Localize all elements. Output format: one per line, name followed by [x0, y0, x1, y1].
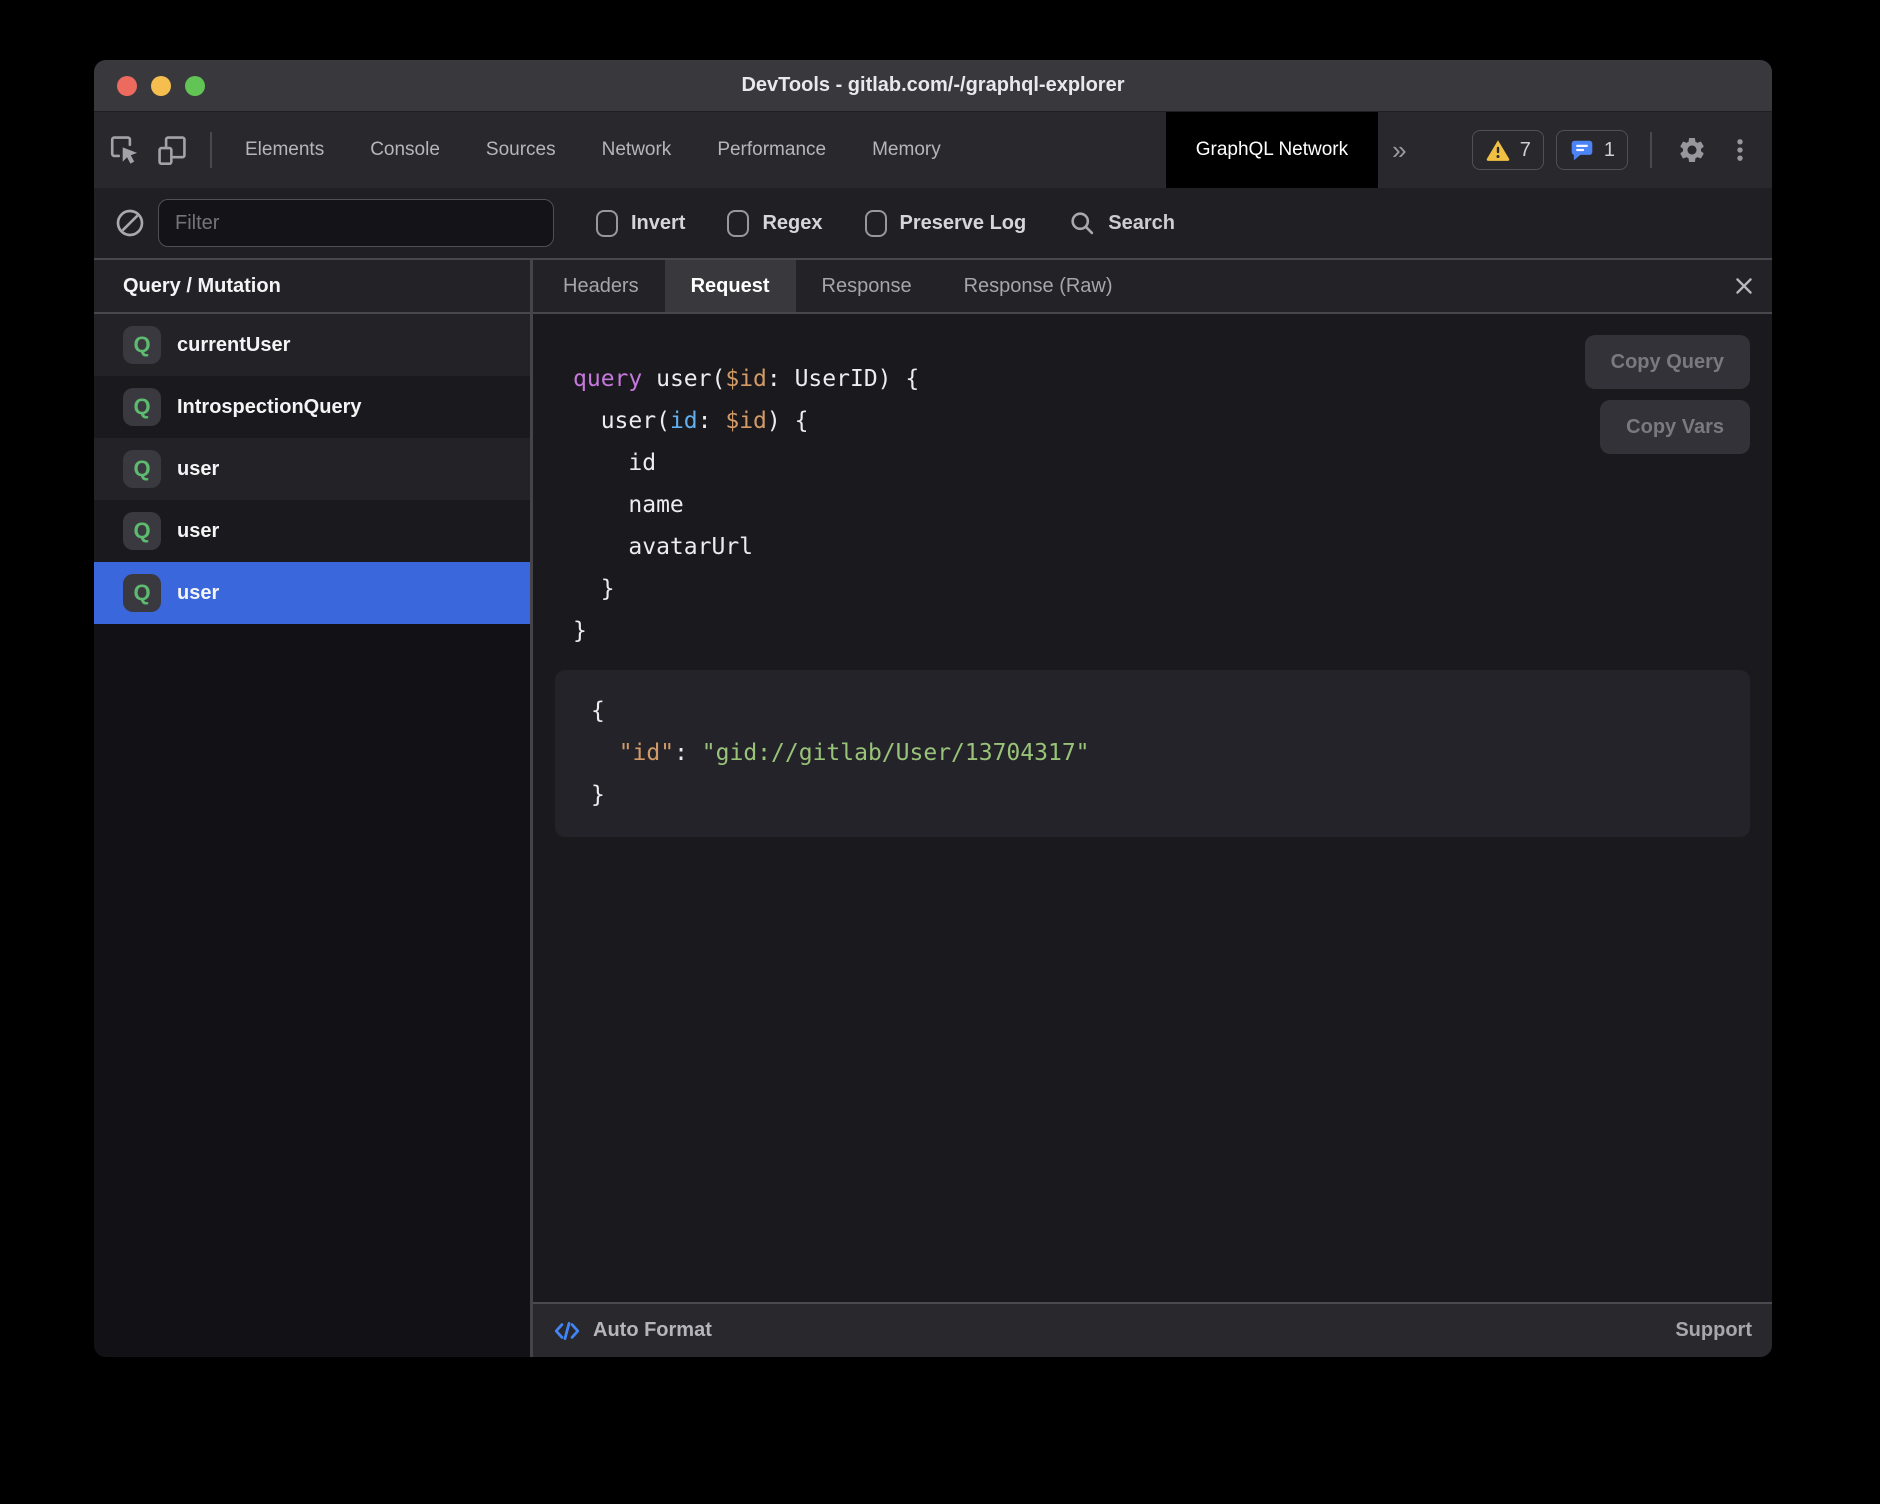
main-split: Query / Mutation QcurrentUserQIntrospect… [94, 260, 1772, 1357]
panel-tab-response[interactable]: Response [796, 260, 938, 312]
issues-badge[interactable]: 1 [1556, 130, 1628, 170]
panel-tab-request[interactable]: Request [665, 260, 796, 312]
query-name: user [177, 520, 219, 543]
warning-count: 7 [1520, 139, 1531, 162]
query-type-badge: Q [123, 512, 161, 550]
detail-panel: HeadersRequestResponseResponse (Raw) Cop… [533, 260, 1772, 1357]
copy-query-button[interactable]: Copy Query [1585, 335, 1750, 389]
close-window-button[interactable] [117, 76, 137, 96]
search-control[interactable]: Search [1068, 209, 1175, 237]
query-list-item[interactable]: Quser [94, 562, 530, 624]
query-type-badge: Q [123, 574, 161, 612]
code-line: } [573, 568, 1772, 610]
support-link[interactable]: Support [1675, 1319, 1752, 1342]
code-format-icon [553, 1317, 581, 1345]
more-tabs-chevron[interactable]: » [1392, 112, 1406, 188]
panel-tab-headers[interactable]: Headers [537, 260, 665, 312]
devtools-toolbar: ElementsConsoleSourcesNetworkPerformance… [94, 112, 1772, 188]
query-name: user [177, 582, 219, 605]
detail-tabs-row: HeadersRequestResponseResponse (Raw) [533, 260, 1772, 314]
toolbar-divider [210, 132, 212, 168]
devtools-tab-sources[interactable]: Sources [463, 112, 579, 188]
checkbox-label: Regex [762, 212, 822, 235]
query-list: QcurrentUserQIntrospectionQueryQuserQuse… [94, 314, 530, 624]
code-line: { [591, 690, 1750, 732]
devtools-tab-performance[interactable]: Performance [694, 112, 849, 188]
code-line: } [591, 774, 1750, 816]
query-list-item[interactable]: QcurrentUser [94, 314, 530, 376]
variables-box: { "id": "gid://gitlab/User/13704317"} [555, 670, 1750, 837]
filter-checkboxes: Invert Regex Preserve Log [596, 210, 1026, 237]
checkbox-preserve-log[interactable]: Preserve Log [865, 210, 1027, 237]
query-name: currentUser [177, 334, 290, 357]
devtools-tab-network[interactable]: Network [579, 112, 695, 188]
devtools-tab-strip: ElementsConsoleSourcesNetworkPerformance… [222, 112, 1378, 188]
sidebar-header: Query / Mutation [94, 260, 530, 314]
code-line: "id": "gid://gitlab/User/13704317" [591, 732, 1750, 774]
detail-tab-strip: HeadersRequestResponseResponse (Raw) [537, 260, 1139, 312]
checkbox-box-regex[interactable] [727, 210, 749, 237]
filter-toolbar: Invert Regex Preserve Log Search [94, 188, 1772, 260]
search-icon [1068, 209, 1096, 237]
devtools-tab-graphql-network[interactable]: GraphQL Network [1166, 112, 1378, 188]
maximize-window-button[interactable] [185, 76, 205, 96]
checkbox-regex[interactable]: Regex [727, 210, 822, 237]
toolbar-divider [1650, 132, 1652, 168]
window-title: DevTools - gitlab.com/-/graphql-explorer [94, 74, 1772, 97]
devtools-tab-elements[interactable]: Elements [222, 112, 347, 188]
detail-footer: Auto Format Support [533, 1302, 1772, 1357]
warning-triangle-icon [1485, 137, 1511, 163]
query-sidebar: Query / Mutation QcurrentUserQIntrospect… [94, 260, 533, 1357]
checkbox-box-preserve-log[interactable] [865, 210, 887, 237]
issues-count: 1 [1604, 139, 1615, 162]
query-type-badge: Q [123, 388, 161, 426]
clear-icon[interactable] [112, 205, 148, 241]
titlebar: DevTools - gitlab.com/-/graphql-explorer [94, 60, 1772, 112]
copy-buttons: Copy Query Copy Vars [1585, 335, 1750, 454]
minimize-window-button[interactable] [151, 76, 171, 96]
query-list-item[interactable]: Quser [94, 438, 530, 500]
device-toolbar-icon[interactable] [152, 130, 192, 170]
inspect-element-icon[interactable] [104, 130, 144, 170]
message-bubble-icon [1569, 137, 1595, 163]
toolbar-right-icons: 7 1 [1472, 112, 1758, 188]
checkbox-label: Invert [631, 212, 685, 235]
query-list-item[interactable]: Q IntrospectionQuery [94, 376, 530, 438]
search-label: Search [1108, 212, 1175, 235]
variables-code: { "id": "gid://gitlab/User/13704317"} [591, 690, 1750, 816]
auto-format-button[interactable]: Auto Format [553, 1317, 712, 1345]
request-content: Copy Query Copy Vars query user($id: Use… [533, 314, 1772, 1302]
kebab-menu-icon[interactable] [1722, 130, 1758, 170]
query-name: user [177, 458, 219, 481]
warnings-badge[interactable]: 7 [1472, 130, 1544, 170]
toolbar-left-icons [104, 112, 222, 188]
close-panel-icon[interactable] [1732, 260, 1756, 312]
checkbox-box-invert[interactable] [596, 210, 618, 237]
settings-gear-icon[interactable] [1674, 130, 1710, 170]
code-line: } [573, 610, 1772, 652]
devtools-window: DevTools - gitlab.com/-/graphql-explorer… [94, 60, 1772, 1357]
query-list-item[interactable]: Quser [94, 500, 530, 562]
panel-tab-response-raw[interactable]: Response (Raw) [938, 260, 1139, 312]
window-controls [117, 60, 205, 111]
code-line: avatarUrl [573, 526, 1772, 568]
copy-vars-button[interactable]: Copy Vars [1600, 400, 1750, 454]
devtools-tab-console[interactable]: Console [347, 112, 463, 188]
devtools-tab-memory[interactable]: Memory [849, 112, 964, 188]
code-line: name [573, 484, 1772, 526]
query-type-badge: Q [123, 450, 161, 488]
auto-format-label: Auto Format [593, 1319, 712, 1342]
query-type-badge: Q [123, 326, 161, 364]
checkbox-invert[interactable]: Invert [596, 210, 685, 237]
checkbox-label: Preserve Log [900, 212, 1027, 235]
filter-input[interactable] [158, 199, 554, 247]
query-name: IntrospectionQuery [177, 396, 361, 419]
